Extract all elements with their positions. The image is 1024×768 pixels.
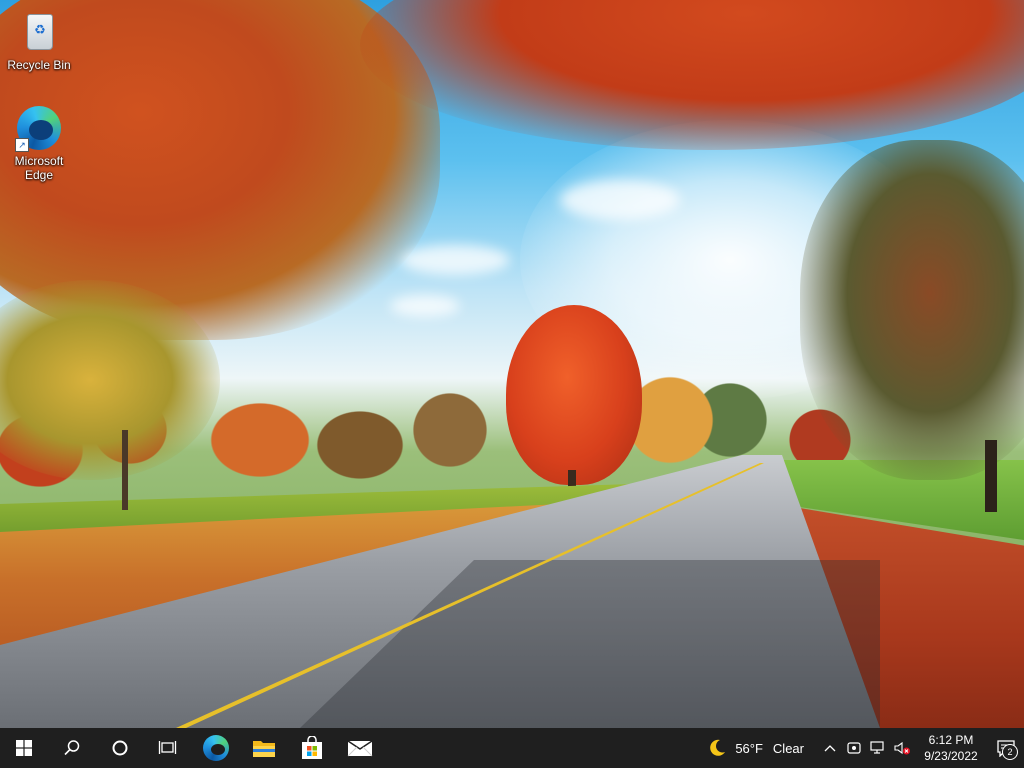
show-hidden-icons-button[interactable] <box>818 728 842 768</box>
desktop-icon-recycle-bin[interactable]: ♻ Recycle Bin <box>1 8 77 72</box>
network-button[interactable] <box>866 728 890 768</box>
desktop-icon-microsoft-edge[interactable]: ↗ Microsoft Edge <box>1 104 77 182</box>
store-bag-icon <box>302 736 322 759</box>
taskbar-mail-button[interactable] <box>336 728 384 768</box>
edge-icon: ↗ <box>15 104 63 152</box>
shortcut-arrow-icon: ↗ <box>15 138 29 152</box>
taskbar-store-button[interactable] <box>288 728 336 768</box>
desktop-icon-label: Microsoft Edge <box>14 154 64 182</box>
meet-now-button[interactable] <box>842 728 866 768</box>
canopy-right <box>800 140 1024 480</box>
weather-widget[interactable]: 56°F Clear <box>701 738 810 758</box>
volume-muted-icon <box>894 741 910 755</box>
cloud <box>390 295 460 317</box>
edge-icon <box>203 735 229 761</box>
search-button[interactable] <box>48 728 96 768</box>
weather-temperature: 56°F <box>735 740 763 756</box>
action-center-button[interactable]: 2 <box>988 728 1024 768</box>
task-view-icon <box>158 741 177 754</box>
search-icon <box>64 740 80 756</box>
cortana-circle-icon <box>112 740 128 756</box>
desktop-icon-label: Recycle Bin <box>7 58 71 72</box>
meet-now-icon <box>847 742 861 754</box>
red-maple-tree <box>506 305 642 485</box>
taskbar-edge-button[interactable] <box>192 728 240 768</box>
cloud <box>400 245 510 275</box>
canopy-top <box>360 0 1024 150</box>
network-icon <box>870 741 884 754</box>
task-view-button[interactable] <box>144 728 192 768</box>
mail-icon <box>347 740 373 757</box>
chevron-up-icon <box>824 745 836 752</box>
tree-trunk <box>122 430 128 510</box>
system-tray: 56°F Clear 6:12 PM 9/23/2022 2 <box>701 728 1024 768</box>
cloud <box>560 180 680 220</box>
start-button[interactable] <box>0 728 48 768</box>
desktop-wallpaper <box>0 0 1024 728</box>
taskbar-clock[interactable]: 6:12 PM 9/23/2022 <box>914 732 988 764</box>
volume-button[interactable] <box>890 728 914 768</box>
taskbar-file-explorer-button[interactable] <box>240 728 288 768</box>
cortana-button[interactable] <box>96 728 144 768</box>
moon-icon <box>710 739 726 756</box>
recycle-bin-icon: ♻ <box>15 8 63 56</box>
taskbar: 56°F Clear 6:12 PM 9/23/2022 2 <box>0 728 1024 768</box>
notification-count-badge: 2 <box>1002 744 1018 760</box>
windows-logo-icon <box>16 740 32 756</box>
weather-condition: Clear <box>772 740 804 756</box>
clock-date: 9/23/2022 <box>924 749 978 763</box>
tree-trunk <box>985 440 997 512</box>
clock-time: 6:12 PM <box>928 733 974 747</box>
folder-icon <box>253 741 275 757</box>
